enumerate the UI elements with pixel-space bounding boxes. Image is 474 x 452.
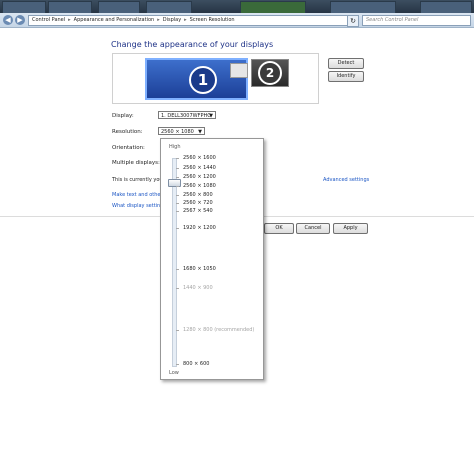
breadcrumb-item[interactable]: Appearance and Personalization	[74, 17, 155, 23]
resolution-option[interactable]: 1920 × 1200	[183, 225, 216, 231]
slider-tick	[176, 269, 179, 270]
breadcrumb-separator: ▸	[157, 17, 160, 23]
taskbar-strip	[0, 0, 474, 14]
display-select[interactable]: 1. DELL3007WFPHC ▼	[158, 111, 216, 119]
slider-tick	[176, 158, 179, 159]
resolution-option[interactable]: 2567 × 540	[183, 208, 213, 214]
slider-tick	[176, 288, 179, 289]
detect-button[interactable]: Detect	[328, 58, 364, 69]
ok-button[interactable]: OK	[264, 223, 294, 234]
resolution-option[interactable]: 800 × 600	[183, 361, 209, 367]
advanced-settings-link[interactable]: Advanced settings	[323, 177, 369, 183]
slider-tick	[176, 195, 179, 196]
resolution-label: Resolution:	[112, 129, 143, 135]
slider-tick	[176, 203, 179, 204]
page-title: Change the appearance of your displays	[111, 40, 274, 49]
forward-icon[interactable]: ▶	[15, 15, 25, 25]
resolution-option[interactable]: 1280 × 800 (recommended)	[183, 327, 254, 333]
monitor-2[interactable]: 2	[251, 59, 289, 87]
display-settings-link[interactable]: What display settings	[112, 203, 166, 209]
monitor-1[interactable]: 1	[145, 58, 248, 100]
breadcrumb[interactable]: Control Panel ▸ Appearance and Personaliza…	[28, 15, 353, 26]
breadcrumb-separator: ▸	[68, 17, 71, 23]
address-bar: ◀ ▶ Control Panel ▸ Appearance and Persona…	[0, 13, 474, 28]
refresh-icon[interactable]: ↻	[347, 15, 359, 27]
current-display-text: This is currently you	[112, 177, 163, 183]
resolution-option[interactable]: 2560 × 1600	[183, 155, 216, 161]
low-label: Low	[169, 370, 179, 376]
resolution-select[interactable]: 2560 × 1080 ▼	[158, 127, 205, 135]
slider-tick	[176, 177, 179, 178]
breadcrumb-item[interactable]: Control Panel	[32, 17, 65, 23]
resolution-select-value: 2560 × 1080	[161, 129, 194, 135]
monitor-preview: 1 2	[112, 53, 319, 104]
back-icon[interactable]: ◀	[3, 15, 13, 25]
resolution-option[interactable]: 2560 × 1200	[183, 174, 216, 180]
display-select-value: 1. DELL3007WFPHC	[161, 113, 211, 119]
make-text-link[interactable]: Make text and other	[112, 192, 163, 198]
cancel-button[interactable]: Cancel	[296, 223, 330, 234]
monitor-number: 2	[258, 61, 282, 85]
search-input[interactable]: Search Control Panel	[362, 15, 471, 26]
slider-tick	[176, 364, 179, 365]
resolution-dropdown: High 2560 × 1600 2560 × 1440 2560 × 1200 25…	[160, 138, 264, 380]
breadcrumb-item[interactable]: Screen Resolution	[190, 17, 235, 23]
breadcrumb-item[interactable]: Display	[163, 17, 181, 23]
slider-tick	[176, 168, 179, 169]
resolution-option[interactable]: 2560 × 720	[183, 200, 213, 206]
slider-tick	[176, 330, 179, 331]
window-preview-icon	[230, 63, 248, 78]
breadcrumb-separator: ▸	[184, 17, 187, 23]
slider-tick	[176, 186, 179, 187]
slider-tick	[176, 211, 179, 212]
resolution-option[interactable]: 2560 × 800	[183, 192, 213, 198]
high-label: High	[169, 144, 181, 150]
resolution-slider-track[interactable]	[172, 158, 177, 367]
chevron-down-icon: ▼	[198, 129, 202, 135]
resolution-slider-handle[interactable]	[168, 178, 181, 187]
orientation-label: Orientation:	[112, 145, 145, 151]
apply-button[interactable]: Apply	[333, 223, 368, 234]
slider-tick	[176, 228, 179, 229]
resolution-option[interactable]: 2560 × 1440	[183, 165, 216, 171]
resolution-option[interactable]: 1440 × 900	[183, 285, 213, 291]
monitor-number: 1	[189, 66, 217, 94]
multiple-displays-label: Multiple displays:	[112, 160, 160, 166]
display-label: Display:	[112, 113, 134, 119]
identify-button[interactable]: Identify	[328, 71, 364, 82]
resolution-option[interactable]: 1680 × 1050	[183, 266, 216, 272]
chevron-down-icon: ▼	[209, 113, 213, 119]
resolution-option[interactable]: 2560 × 1080	[183, 183, 216, 189]
